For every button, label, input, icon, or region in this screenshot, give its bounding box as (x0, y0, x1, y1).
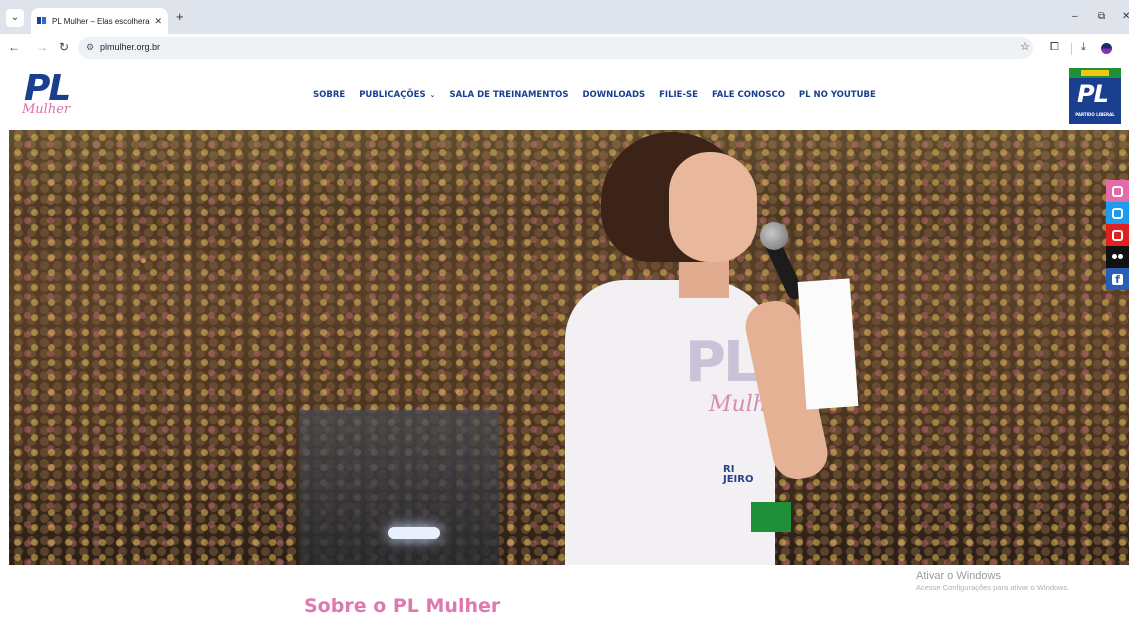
reload-icon[interactable]: ↻ (59, 40, 69, 54)
woman-shirt (565, 280, 775, 565)
instagram-icon (1112, 185, 1123, 197)
nav-publicacoes[interactable]: PUBLICAÇÕES ⌄ (359, 90, 435, 100)
flickr-link[interactable] (1106, 246, 1129, 268)
browser-tab-active[interactable]: PL Mulher – Elas escolheram fa... ✕ (31, 8, 168, 34)
shirt-pl-text: PL (685, 330, 759, 395)
site-header: PL Mulher SOBRE PUBLICAÇÕES ⌄ SALA DE TRE… (0, 62, 1129, 130)
party-logo-pl-text: PL (1077, 80, 1109, 108)
crowd-flag (751, 502, 791, 532)
address-bar[interactable]: ⚙ plmulher.org.br (78, 37, 1033, 59)
microphone-head (760, 222, 788, 250)
back-icon[interactable]: ← (8, 40, 20, 54)
windows-activation-subtitle: Acesse Configurações para ativar o Windo… (916, 583, 1070, 592)
paper-sheet (797, 278, 859, 410)
social-sidebar: f (1106, 180, 1129, 290)
toolbar-divider (1071, 43, 1072, 55)
nav-sala-de-treinamentos[interactable]: SALA DE TREINAMENTOS (449, 90, 568, 100)
brazil-flag-stripe (1069, 68, 1121, 78)
party-logo-sub-text: PARTIDO LIBERAL (1075, 112, 1115, 117)
chevron-down-icon: ⌄ (429, 91, 436, 99)
twitter-link[interactable] (1106, 202, 1129, 224)
bookmark-star-icon[interactable]: ☆ (1020, 41, 1030, 53)
partido-liberal-logo[interactable]: PL PARTIDO LIBERAL (1069, 68, 1121, 124)
nav-downloads[interactable]: DOWNLOADS (582, 90, 645, 100)
download-icon[interactable]: ⤓ (1081, 41, 1086, 53)
site-info-icon[interactable]: ⚙ (86, 42, 94, 53)
pl-mulher-logo[interactable]: PL Mulher (22, 68, 88, 122)
tab-search-button[interactable]: ⌄ (6, 9, 24, 27)
browser-toolbar: ← → ↻ ⚙ plmulher.org.br ☆ ⧠ ⤓ (0, 34, 1129, 62)
flickr-icon (1112, 253, 1123, 261)
stage-light (388, 527, 440, 539)
windows-activation-watermark: Ativar o Windows Acesse Configurações pa… (916, 570, 1069, 592)
instagram-link[interactable] (1106, 180, 1129, 202)
facebook-link[interactable]: f (1106, 268, 1129, 290)
facebook-icon: f (1112, 273, 1123, 285)
arena-light (9, 130, 1129, 220)
pl-favicon-icon (37, 16, 47, 26)
forward-icon[interactable]: → (36, 40, 48, 54)
tab-close-icon[interactable]: ✕ (154, 16, 162, 27)
hero-banner-image: PL Mulher RI JEIRO (9, 130, 1129, 565)
shirt-rio-text: RI JEIRO (723, 464, 754, 485)
nav-publicacoes-label: PUBLICAÇÕES (359, 90, 426, 100)
url-text: plmulher.org.br (100, 42, 161, 52)
nav-filie-se[interactable]: FILIE-SE (659, 90, 698, 100)
browser-tabstrip: ⌄ PL Mulher – Elas escolheram fa... ✕ + … (0, 0, 1129, 34)
extensions-icon[interactable]: ⧠ (1050, 41, 1059, 53)
logo-mulher-text: Mulher (22, 102, 71, 117)
minimize-icon[interactable]: – (1072, 12, 1078, 22)
nav-fale-conosco[interactable]: FALE CONOSCO (712, 90, 785, 100)
nav-pl-no-youtube[interactable]: PL NO YOUTUBE (799, 90, 876, 100)
stage-structure (299, 410, 499, 565)
youtube-icon (1112, 229, 1123, 241)
woman-face (669, 152, 757, 262)
profile-avatar[interactable] (1101, 43, 1112, 54)
tab-title: PL Mulher – Elas escolheram fa... (52, 16, 150, 26)
windows-activation-title: Ativar o Windows (916, 570, 1001, 582)
section-title: Sobre o PL Mulher (304, 595, 501, 617)
main-nav: SOBRE PUBLICAÇÕES ⌄ SALA DE TREINAMENTOS … (313, 90, 890, 100)
new-tab-button[interactable]: + (176, 10, 184, 24)
nav-sobre[interactable]: SOBRE (313, 90, 345, 100)
youtube-link[interactable] (1106, 224, 1129, 246)
close-window-icon[interactable]: ✕ (1122, 12, 1129, 22)
restore-icon[interactable]: ⧉ (1098, 12, 1105, 22)
twitter-icon (1112, 207, 1123, 219)
